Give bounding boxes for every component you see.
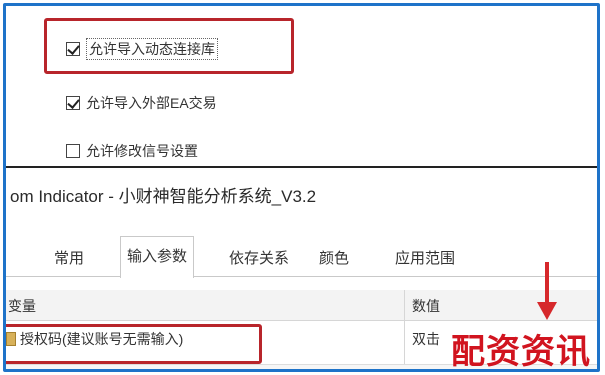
tab-visualization[interactable]: 应用范围 [391,242,459,276]
tab-bar: 常用 输入参数 依存关系 颜色 应用范围 [6,236,597,278]
dialog-title: om Indicator - 小财神智能分析系统_V3.2 [10,187,317,206]
arrow-shaft [545,262,549,306]
tab-fragment [6,242,16,276]
parameter-value[interactable]: 双击 [412,329,440,349]
column-header-value: 数值 [412,298,440,314]
arrow-head [537,302,557,320]
highlight-box-auth-code [6,324,262,364]
tab-dependencies[interactable]: 依存关系 [225,242,293,276]
tab-input-parameters[interactable]: 输入参数 [120,236,195,278]
checkbox-label-allow-external-ea: 允许导入外部EA交易 [86,95,217,111]
permission-options: 允许导入动态连接库 允许导入外部EA交易 允许修改信号设置 [6,6,597,166]
dialog-top-border [6,166,597,168]
checkbox-unchecked-icon[interactable] [66,144,80,158]
checkbox-label-allow-modify-signal: 允许修改信号设置 [86,143,198,159]
checkbox-allow-external-ea[interactable]: 允许导入外部EA交易 [66,92,217,114]
checkbox-checked-icon[interactable] [66,42,80,56]
screenshot-frame: 允许导入动态连接库 允许导入外部EA交易 允许修改信号设置 om Indicat… [3,3,600,372]
column-header-variable: 变量 [8,298,36,314]
watermark-text: 配资资讯 [451,332,591,372]
tab-colors[interactable]: 颜色 [315,242,353,276]
table-header: 变量 数值 [6,290,597,321]
checkbox-checked-icon[interactable] [66,96,80,110]
red-arrow-icon [537,262,557,322]
tab-common[interactable]: 常用 [50,242,88,276]
checkbox-allow-modify-signal[interactable]: 允许修改信号设置 [66,140,198,162]
checkbox-allow-dll[interactable]: 允许导入动态连接库 [66,38,218,60]
checkbox-label-allow-dll: 允许导入动态连接库 [86,38,218,60]
